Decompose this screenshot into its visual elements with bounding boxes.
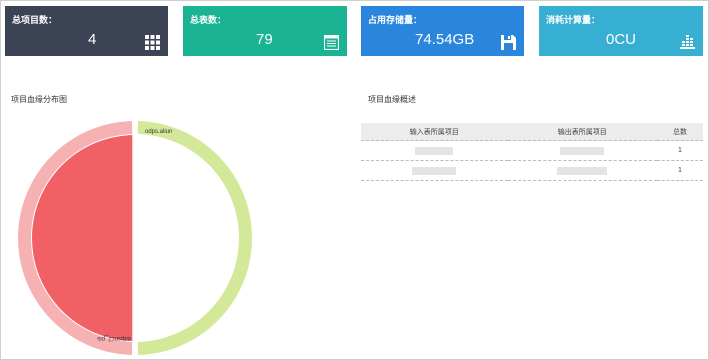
table-row: 1 [361, 140, 703, 161]
stat-value: 79 [256, 31, 273, 48]
stat-label: 占用存储量： [368, 15, 423, 25]
stat-card-projects: 总项目数： 4 [5, 6, 168, 56]
slice-label: odps.aliun [145, 129, 172, 135]
slice-label: odpsnc2_pis [97, 335, 131, 341]
cell-count: 1 [657, 140, 703, 161]
bar-stack-icon [680, 35, 695, 49]
lineage-table: 输入表所属项目 输出表所属项目 总数 1 1 [361, 123, 703, 181]
grid-icon [145, 35, 160, 50]
table-header-row: 输入表所属项目 输出表所属项目 总数 [361, 123, 703, 141]
cell-input [361, 160, 508, 181]
stat-value: 0CU [606, 31, 637, 48]
redacted-text [415, 146, 454, 155]
table-row: 1 [361, 160, 703, 181]
chart-section-title: 项目血缘分布图 [11, 95, 67, 104]
column-header-count: 总数 [657, 123, 703, 141]
cell-count: 1 [657, 160, 703, 181]
stat-label: 消耗计算量： [546, 15, 601, 25]
stat-label: 总项目数： [12, 15, 58, 25]
redacted-text [557, 166, 608, 175]
stat-card-tables: 总表数： 79 [183, 6, 347, 56]
redacted-text [560, 146, 605, 155]
column-header-input: 输入表所属项目 [361, 123, 508, 141]
table-list-icon [324, 35, 339, 50]
cell-output [507, 140, 657, 161]
table-section-title: 项目血缘概述 [368, 95, 416, 104]
redacted-text [412, 166, 457, 175]
stat-value: 74.54GB [415, 31, 475, 48]
cell-input [361, 140, 508, 161]
column-header-output: 输出表所属项目 [507, 123, 657, 141]
stat-value: 4 [88, 31, 97, 48]
lineage-pie-chart: odps.aliun odpsnc2_pis [17, 121, 253, 355]
stat-card-storage: 占用存储量： 74.54GB [361, 6, 524, 56]
stat-card-compute: 消耗计算量： 0CU [539, 6, 703, 56]
stat-label: 总表数： [190, 15, 227, 25]
cell-output [507, 160, 657, 181]
save-disk-icon [501, 35, 516, 50]
pie-slice-ring [137, 121, 253, 355]
